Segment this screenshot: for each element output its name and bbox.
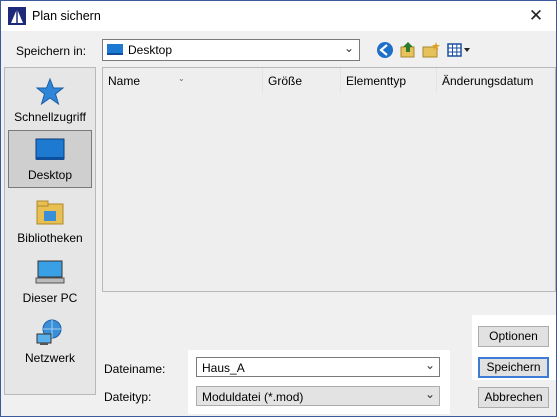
filename-value: Haus_A (202, 361, 245, 375)
column-header-type[interactable]: Elementtyp (341, 68, 437, 93)
column-header-name[interactable]: Name ⌄ (103, 68, 263, 93)
app-icon (8, 7, 26, 25)
dialog-body: Speichern in: Desktop ⌄ Schnellzugriff D… (1, 31, 556, 416)
network-icon (36, 319, 62, 345)
column-header-size[interactable]: Größe (263, 68, 341, 93)
place-label: Dieser PC (22, 291, 78, 305)
column-header-date[interactable]: Änderungsdatum (437, 68, 555, 93)
chevron-down-icon: ⌄ (343, 41, 354, 55)
place-desktop[interactable]: Desktop (8, 130, 92, 188)
window-title: Plan sichern (32, 9, 101, 23)
save-in-label: Speichern in: (16, 44, 87, 58)
file-list[interactable]: Name ⌄ Größe Elementtyp Änderungsdatum (102, 67, 556, 292)
desktop-icon (107, 44, 123, 55)
sort-indicator-icon: ⌄ (178, 74, 185, 83)
filetype-label: Dateityp: (104, 390, 152, 404)
place-label: Netzwerk (24, 351, 75, 365)
cancel-button[interactable]: Abbrechen (478, 387, 549, 408)
new-folder-icon[interactable] (421, 40, 441, 60)
place-label: Desktop (27, 168, 73, 182)
chevron-down-icon: ⌄ (424, 387, 435, 401)
place-label: Schnellzugriff (14, 110, 86, 124)
save-button[interactable]: Speichern (478, 357, 549, 378)
save-dialog: Plan sichern ✕ Speichern in: Desktop ⌄ S… (0, 0, 557, 417)
place-this-pc[interactable]: Dieser PC (8, 254, 92, 312)
place-libraries[interactable]: Bibliotheken (8, 194, 92, 252)
place-network[interactable]: Netzwerk (8, 314, 92, 372)
up-folder-icon[interactable] (398, 40, 418, 60)
filename-label: Dateiname: (104, 362, 166, 376)
close-button[interactable]: ✕ (516, 1, 556, 31)
computer-icon (35, 260, 65, 284)
back-icon[interactable] (375, 40, 395, 60)
place-quick-access[interactable]: Schnellzugriff (8, 73, 92, 131)
desktop-icon (35, 138, 65, 160)
location-dropdown[interactable]: Desktop ⌄ (102, 39, 360, 61)
chevron-down-icon[interactable]: ⌄ (425, 358, 435, 372)
filetype-select[interactable]: Moduldatei (*.mod) ⌄ (196, 386, 440, 406)
title-bar[interactable]: Plan sichern ✕ (1, 1, 556, 31)
file-list-header: Name ⌄ Größe Elementtyp Änderungsdatum (103, 68, 555, 93)
location-value: Desktop (128, 43, 173, 57)
places-bar: Schnellzugriff Desktop Bibliotheken Dies… (4, 67, 96, 395)
filetype-value: Moduldatei (*.mod) (202, 390, 304, 404)
star-icon (35, 77, 65, 106)
options-button[interactable]: Optionen (478, 326, 549, 347)
filename-input[interactable]: Haus_A ⌄ (196, 357, 440, 377)
place-label: Bibliotheken (17, 231, 83, 245)
library-folder-icon (36, 200, 64, 225)
view-menu-icon[interactable] (446, 40, 472, 60)
